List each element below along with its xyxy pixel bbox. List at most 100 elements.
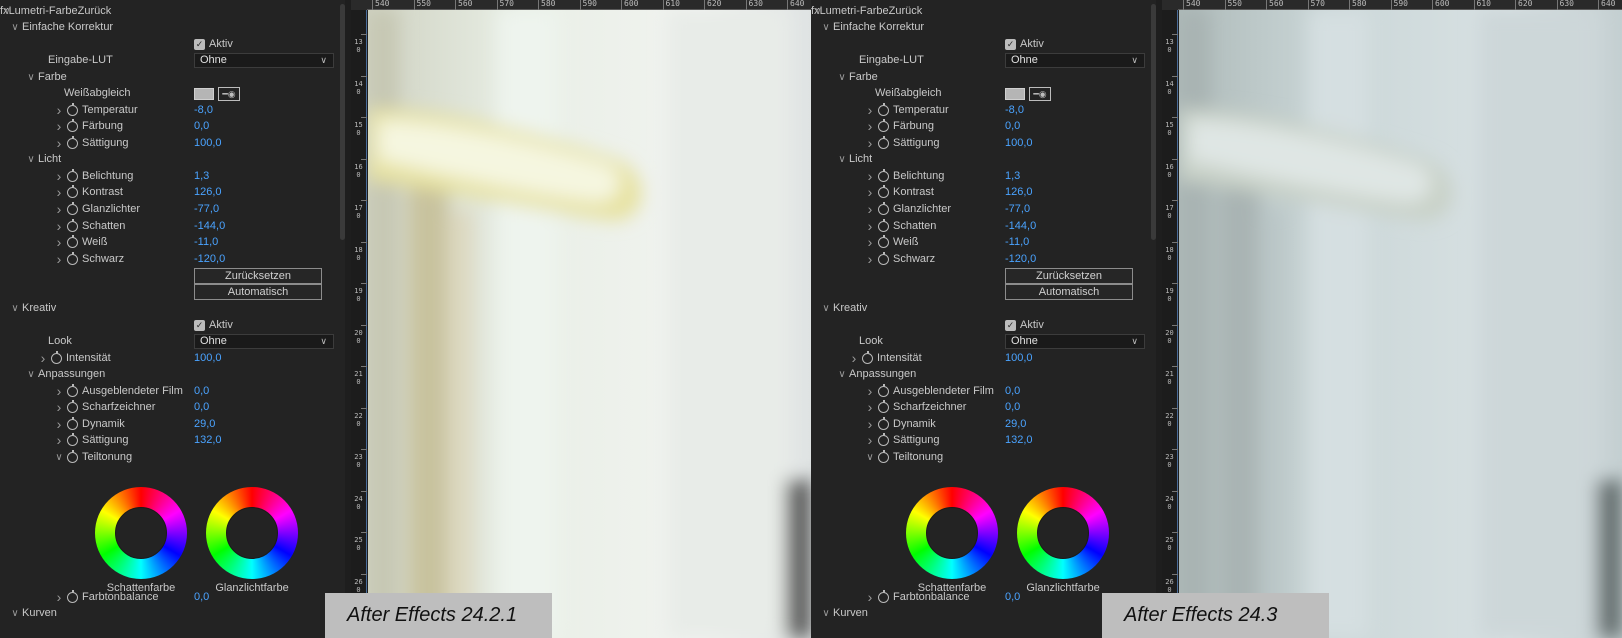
section-kreativ[interactable]: ∨ Kreativ [0,300,340,317]
param-value[interactable]: -144,0 [1005,218,1036,235]
white-balance-swatch[interactable] [1005,88,1025,100]
chevron-right-icon[interactable]: › [865,135,875,152]
chevron-down-icon[interactable]: ∨ [54,449,64,466]
param-value[interactable]: -11,0 [194,234,218,251]
stopwatch-icon[interactable] [67,252,78,265]
chevron-right-icon[interactable]: › [54,399,64,416]
stopwatch-icon[interactable] [878,433,889,446]
back-link[interactable]: Zurück [889,5,923,17]
section-kreativ[interactable]: ∨ Kreativ [811,300,1151,317]
input-lut-dropdown[interactable]: Ohne ∨ [1005,53,1145,68]
stopwatch-icon[interactable] [67,119,78,132]
stopwatch-icon[interactable] [67,590,78,603]
stopwatch-icon[interactable] [878,136,889,149]
param-value[interactable]: -144,0 [194,218,225,235]
auto-button[interactable]: Automatisch [194,284,322,300]
chevron-right-icon[interactable]: › [54,184,64,201]
param-value[interactable]: 126,0 [1005,184,1033,201]
param-value[interactable]: 1,3 [194,168,209,185]
param-value[interactable]: -8,0 [1005,102,1024,119]
stopwatch-icon[interactable] [878,417,889,430]
chevron-right-icon[interactable]: › [865,201,875,218]
param-value[interactable]: -77,0 [194,201,219,218]
chevron-down-icon[interactable]: ∨ [10,19,20,36]
checkbox[interactable]: ✓ [1005,39,1016,50]
chevron-right-icon[interactable]: › [54,118,64,135]
highlight-color-wheel[interactable] [206,487,298,579]
look-dropdown[interactable]: Ohne ∨ [1005,334,1145,349]
param-value[interactable]: 100,0 [194,350,222,367]
param-value[interactable]: -8,0 [194,102,213,119]
stopwatch-icon[interactable] [67,384,78,397]
chevron-right-icon[interactable]: › [865,102,875,119]
chevron-down-icon[interactable]: ∨ [26,151,36,168]
section-anpassungen[interactable]: ∨ Anpassungen [811,366,1151,383]
stopwatch-icon[interactable] [878,590,889,603]
chevron-right-icon[interactable]: › [54,416,64,433]
stopwatch-icon[interactable] [67,136,78,149]
section-farbe[interactable]: ∨ Farbe [0,69,340,86]
chevron-right-icon[interactable]: › [54,135,64,152]
chevron-right-icon[interactable]: › [865,383,875,400]
chevron-right-icon[interactable]: › [54,102,64,119]
eyedropper-icon[interactable]: ━◉ [1029,87,1051,101]
param-value[interactable]: 0,0 [1005,118,1020,135]
param-value[interactable]: -77,0 [1005,201,1030,218]
param-value[interactable]: 100,0 [1005,135,1033,152]
stopwatch-icon[interactable] [67,450,78,463]
chevron-right-icon[interactable]: › [865,432,875,449]
section-kurven[interactable]: ∨ Kurven [0,605,340,622]
checkbox[interactable]: ✓ [194,39,205,50]
reset-button[interactable]: Zurücksetzen [194,268,322,284]
chevron-down-icon[interactable]: ∨ [837,366,847,383]
auto-button[interactable]: Automatisch [1005,284,1133,300]
stopwatch-icon[interactable] [67,202,78,215]
section-anpassungen[interactable]: ∨ Anpassungen [0,366,340,383]
chevron-right-icon[interactable]: › [865,416,875,433]
chevron-right-icon[interactable]: › [54,168,64,185]
param-value[interactable]: -120,0 [1005,251,1036,268]
chevron-right-icon[interactable]: › [54,383,64,400]
stopwatch-icon[interactable] [878,400,889,413]
chevron-right-icon[interactable]: › [54,432,64,449]
param-value[interactable]: 126,0 [194,184,222,201]
chevron-right-icon[interactable]: › [849,350,859,367]
param-value[interactable]: 1,3 [1005,168,1020,185]
chevron-right-icon[interactable]: › [865,399,875,416]
chevron-right-icon[interactable]: › [54,234,64,251]
highlight-color-wheel[interactable] [1017,487,1109,579]
checkbox[interactable]: ✓ [194,320,205,331]
stopwatch-icon[interactable] [878,202,889,215]
stopwatch-icon[interactable] [67,400,78,413]
input-lut-dropdown[interactable]: Ohne ∨ [194,53,334,68]
stopwatch-icon[interactable] [862,351,873,364]
chevron-down-icon[interactable]: ∨ [813,3,823,20]
stopwatch-icon[interactable] [878,119,889,132]
shadow-color-wheel[interactable] [906,487,998,579]
look-dropdown[interactable]: Ohne ∨ [194,334,334,349]
stopwatch-icon[interactable] [67,185,78,198]
chevron-right-icon[interactable]: › [865,184,875,201]
shadow-color-wheel[interactable] [95,487,187,579]
chevron-right-icon[interactable]: › [865,589,875,606]
param-value[interactable]: -120,0 [194,251,225,268]
chevron-right-icon[interactable]: › [38,350,48,367]
chevron-down-icon[interactable]: ∨ [26,69,36,86]
stopwatch-icon[interactable] [878,235,889,248]
chevron-down-icon[interactable]: ∨ [26,366,36,383]
panel-scrollbar[interactable] [340,4,345,240]
chevron-right-icon[interactable]: › [865,218,875,235]
stopwatch-icon[interactable] [67,219,78,232]
param-value[interactable]: 0,0 [194,118,209,135]
chevron-right-icon[interactable]: › [54,201,64,218]
stopwatch-icon[interactable] [51,351,62,364]
chevron-right-icon[interactable]: › [54,218,64,235]
back-link[interactable]: Zurück [78,5,112,17]
section-basic-correction[interactable]: ∨ Einfache Korrektur [0,19,340,36]
section-farbe[interactable]: ∨ Farbe [811,69,1151,86]
param-value[interactable]: 100,0 [1005,350,1033,367]
panel-scrollbar[interactable] [1151,4,1156,240]
param-value[interactable]: 0,0 [1005,399,1020,416]
composition-viewer[interactable]: 540 550 560 570 580 590 600 610 620 630 640 130 140 1… [351,0,811,638]
white-balance-swatch[interactable] [194,88,214,100]
